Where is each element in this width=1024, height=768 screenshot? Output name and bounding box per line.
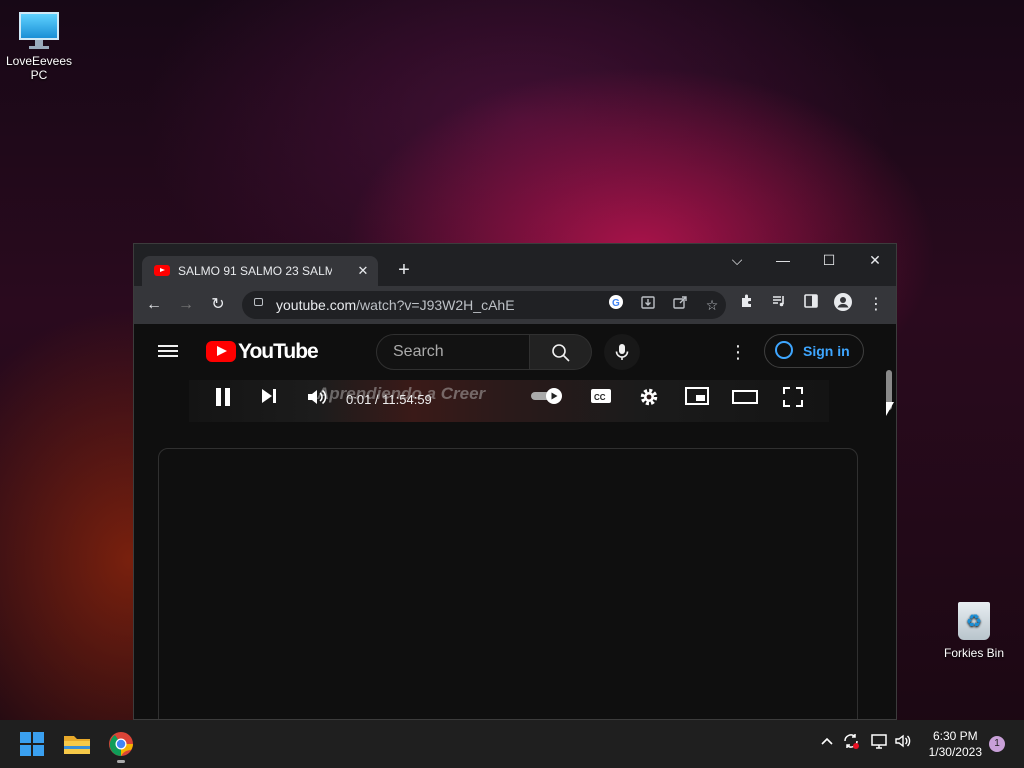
desktop-icon-label: LoveEevees PC	[5, 54, 73, 82]
chrome-menu-icon[interactable]: ⋮	[864, 293, 888, 317]
theater-mode-button[interactable]	[731, 387, 759, 415]
start-button[interactable]	[16, 728, 48, 760]
chevron-up-icon	[821, 737, 833, 745]
clock-date: 1/30/2023	[928, 745, 982, 759]
youtube-favicon-icon	[154, 265, 170, 276]
svg-text:CC: CC	[594, 393, 606, 402]
youtube-masthead: YouTube ⋮ Sign in	[134, 324, 874, 380]
video-time: 0:01 / 11:54:59	[346, 392, 432, 407]
back-button[interactable]: ←	[142, 293, 166, 317]
file-explorer-button[interactable]	[61, 728, 93, 760]
search-button[interactable]	[530, 334, 592, 370]
url-text[interactable]: youtube.com/watch?v=J93W2H_cAhE	[276, 297, 515, 313]
chrome-taskbar-button[interactable]	[105, 728, 137, 763]
url-host: youtube.com	[276, 297, 357, 313]
voice-search-button[interactable]	[604, 334, 640, 370]
desktop-icon-recycle-bin[interactable]: ♻ Forkies Bin	[936, 598, 1012, 660]
chrome-icon	[109, 732, 133, 756]
tab-title: SALMO 91 SALMO 23 SALMO	[178, 264, 332, 278]
search-icon	[552, 344, 570, 362]
taskbar: 6:30 PM 1/30/2023 1	[0, 720, 1024, 768]
notification-badge[interactable]: 1	[989, 736, 1005, 752]
youtube-page: YouTube ⋮ Sign in Aprendiendo a Creer	[134, 324, 896, 719]
folder-icon	[64, 736, 90, 754]
clock-time: 6:30 PM	[932, 729, 978, 743]
search-input[interactable]	[391, 342, 525, 362]
install-app-icon[interactable]	[636, 293, 660, 317]
sync-status-icon[interactable]	[840, 732, 862, 754]
skip-next-icon	[262, 389, 276, 403]
network-icon[interactable]	[868, 732, 890, 754]
mouse-cursor-icon	[886, 402, 894, 416]
minimize-button[interactable]: —	[760, 246, 806, 274]
google-lens-icon[interactable]: G	[604, 293, 628, 317]
microphone-icon	[615, 344, 629, 360]
browser-window: SALMO 91 SALMO 23 SALMO ✕ + ⌵ — ☐ ✕ ← → …	[133, 243, 897, 720]
show-hidden-icons-button[interactable]	[816, 732, 838, 754]
youtube-play-icon	[206, 341, 236, 362]
recycle-bin-icon: ♻	[956, 598, 992, 642]
lock-icon	[254, 298, 263, 306]
close-button[interactable]: ✕	[852, 246, 896, 274]
active-app-indicator	[117, 760, 125, 763]
desktop-icon-pc[interactable]: LoveEevees PC	[1, 10, 77, 82]
video-player-controls: Aprendiendo a Creer 0:01 / 11:54:59 CC	[189, 380, 829, 422]
gear-icon	[640, 388, 658, 406]
miniplayer-button[interactable]	[683, 387, 711, 415]
sign-in-button[interactable]: Sign in	[764, 334, 864, 368]
new-tab-button[interactable]: +	[392, 258, 416, 282]
forward-button[interactable]: →	[174, 293, 198, 317]
profile-icon[interactable]	[831, 293, 855, 317]
more-options-icon[interactable]: ⋮	[726, 340, 750, 364]
media-control-icon[interactable]	[767, 293, 791, 317]
account-circle-icon	[775, 341, 793, 359]
autoplay-icon	[531, 388, 562, 404]
fullscreen-icon	[783, 387, 803, 407]
next-button[interactable]	[255, 387, 283, 415]
browser-tab[interactable]: SALMO 91 SALMO 23 SALMO ✕	[142, 256, 378, 286]
volume-tray-icon[interactable]	[892, 732, 914, 754]
title-bar: SALMO 91 SALMO 23 SALMO ✕ + ⌵ — ☐ ✕	[134, 244, 896, 286]
search-box[interactable]	[376, 334, 530, 370]
windows-logo-icon	[20, 732, 44, 756]
maximize-button[interactable]: ☐	[806, 246, 852, 274]
pause-icon	[216, 388, 230, 406]
clock[interactable]: 6:30 PM 1/30/2023	[929, 728, 982, 760]
extensions-icon[interactable]	[735, 293, 759, 317]
closed-captions-icon: CC	[591, 389, 611, 403]
miniplayer-icon	[685, 387, 709, 405]
browser-toolbar: ← → ↻ youtube.com/watch?v=J93W2H_cAhE G …	[134, 286, 896, 324]
side-panel-icon[interactable]	[799, 293, 823, 317]
reload-button[interactable]: ↻	[206, 293, 230, 317]
monitor-icon	[17, 10, 61, 50]
pause-button[interactable]	[209, 387, 237, 415]
fullscreen-button[interactable]	[779, 387, 807, 415]
settings-button[interactable]	[635, 387, 663, 415]
tab-close-button[interactable]: ✕	[354, 262, 372, 280]
sign-in-label: Sign in	[803, 343, 850, 359]
bookmark-star-icon[interactable]: ☆	[700, 293, 724, 317]
menu-icon[interactable]	[158, 342, 178, 362]
youtube-logo-text: YouTube	[238, 340, 319, 363]
desktop-icon-label: Forkies Bin	[943, 646, 1005, 660]
svg-text:G: G	[612, 298, 620, 309]
content-placeholder-card	[158, 448, 858, 719]
address-bar[interactable]: youtube.com/watch?v=J93W2H_cAhE G ☆	[242, 291, 726, 319]
volume-icon	[308, 389, 327, 405]
captions-button[interactable]: CC	[587, 387, 615, 415]
tab-search-button[interactable]: ⌵	[714, 246, 760, 274]
share-icon[interactable]	[668, 293, 692, 317]
url-path: /watch?v=J93W2H_cAhE	[356, 297, 515, 313]
volume-button[interactable]	[303, 387, 331, 415]
autoplay-toggle[interactable]	[529, 387, 565, 415]
theater-icon	[732, 390, 758, 404]
